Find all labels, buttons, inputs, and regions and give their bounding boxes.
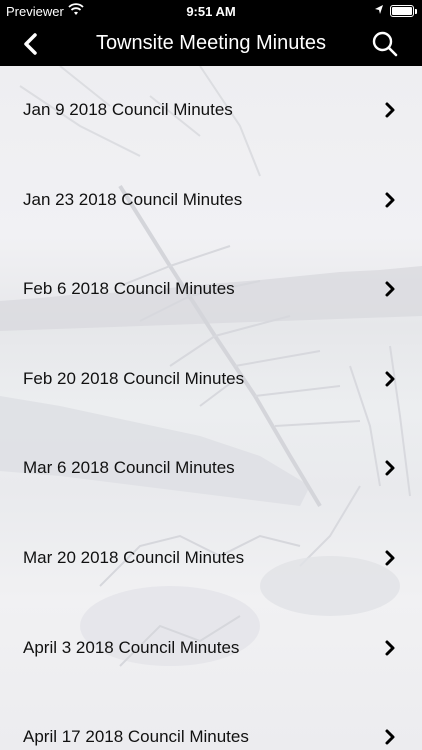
list-item-label: Mar 20 2018 Council Minutes — [23, 547, 245, 567]
list-item-label: Jan 9 2018 Council Minutes — [23, 100, 233, 119]
list-item-label: Feb 6 2018 Council Minutes — [23, 279, 235, 299]
list-item-label: Feb 20 2018 Council Minutes — [23, 368, 245, 388]
search-icon — [372, 31, 398, 57]
list-item[interactable]: Feb 6 2018 Council Minutes — [0, 245, 422, 335]
status-bar: Previewer 9:51 AM — [0, 0, 422, 22]
location-arrow-icon — [374, 4, 384, 19]
minutes-list: Jan 9 2018 Council Minutes Jan 23 2018 C… — [0, 66, 422, 750]
list-item[interactable]: Jan 9 2018 Council Minutes — [0, 66, 422, 156]
list-item[interactable]: April 17 2018 Council Minutes — [0, 693, 422, 750]
list-item-label: April 3 2018 Council Minutes — [23, 637, 240, 657]
list-item[interactable]: Mar 20 2018 Council Minutes — [0, 514, 422, 604]
clock-time: 9:51 AM — [186, 4, 236, 19]
chevron-right-icon — [383, 639, 397, 657]
list-item-label: Jan 23 2018 Council Minutes — [23, 189, 243, 209]
chevron-right-icon — [383, 728, 397, 746]
navigation-bar: Townsite Meeting Minutes — [0, 22, 422, 66]
screen: Previewer 9:51 AM Townsite Meeting Minut… — [0, 0, 422, 750]
list-item[interactable]: Jan 23 2018 Council Minutes — [0, 156, 422, 246]
battery-icon — [390, 5, 417, 17]
chevron-right-icon — [383, 370, 397, 388]
search-button[interactable] — [370, 29, 400, 59]
battery-level — [392, 7, 412, 15]
list-item[interactable]: Mar 6 2018 Council Minutes — [0, 424, 422, 514]
list-item[interactable]: Feb 20 2018 Council Minutes — [0, 335, 422, 425]
chevron-left-icon — [24, 33, 37, 55]
list-item[interactable]: April 3 2018 Council Minutes — [0, 604, 422, 694]
list-item-label: April 17 2018 Council Minutes — [23, 727, 249, 747]
chevron-right-icon — [383, 191, 397, 209]
list-item-label: Mar 6 2018 Council Minutes — [23, 458, 235, 478]
chevron-right-icon — [383, 101, 397, 119]
page-title: Townsite Meeting Minutes — [95, 32, 327, 54]
back-button[interactable] — [16, 30, 46, 58]
chevron-right-icon — [383, 459, 397, 477]
chevron-right-icon — [383, 549, 397, 567]
chevron-right-icon — [383, 280, 397, 298]
